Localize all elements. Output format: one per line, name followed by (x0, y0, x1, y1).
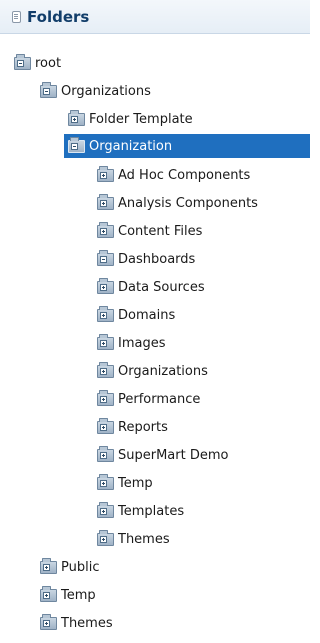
tree-node-label: Organizations (61, 83, 151, 99)
folder-open-icon[interactable] (68, 136, 85, 153)
tree-node-performance[interactable]: Performance (97, 387, 310, 411)
tree-node-label: Folder Template (89, 111, 193, 127)
folder-closed-icon[interactable] (97, 193, 114, 210)
tree-node-label: Temp (61, 587, 96, 603)
tree-node-temp-sub[interactable]: Temp (97, 471, 310, 495)
folder-closed-icon[interactable] (97, 417, 114, 434)
folder-closed-icon[interactable] (97, 389, 114, 406)
folder-closed-icon[interactable] (68, 109, 85, 126)
tree-node-supermart-demo[interactable]: SuperMart Demo (97, 443, 310, 467)
tree-node-ad-hoc-components[interactable]: Ad Hoc Components (97, 163, 310, 187)
folder-closed-icon[interactable] (97, 333, 114, 350)
folder-open-icon[interactable] (14, 53, 31, 70)
tree-node-reports[interactable]: Reports (97, 415, 310, 439)
panel-title: Folders (27, 7, 90, 26)
tree-node-label: Public (61, 559, 100, 575)
tree-node-label: root (35, 55, 62, 71)
tree-node-templates[interactable]: Templates (97, 499, 310, 523)
folder-closed-icon[interactable] (97, 305, 114, 322)
tree-node-organization[interactable]: Organization (64, 134, 310, 158)
tree-node-public[interactable]: Public (40, 555, 310, 579)
folder-open-icon[interactable] (97, 249, 114, 266)
tree-node-label: Dashboards (118, 251, 196, 267)
folder-closed-icon[interactable] (97, 501, 114, 518)
tree-node-root[interactable]: root (14, 51, 310, 75)
tree-node-label: Temp (118, 475, 153, 491)
folder-closed-icon[interactable] (40, 613, 57, 630)
tree-node-label: Data Sources (118, 279, 205, 295)
tree-node-label: Domains (118, 307, 176, 323)
tree-node-label: Themes (61, 615, 113, 631)
tree-node-domains[interactable]: Domains (97, 303, 310, 327)
tree-node-images[interactable]: Images (97, 331, 310, 355)
tree-node-label: Content Files (118, 223, 203, 239)
tree-node-temp[interactable]: Temp (40, 583, 310, 607)
folder-closed-icon[interactable] (97, 361, 114, 378)
tree-node-folder-template[interactable]: Folder Template (68, 107, 310, 131)
tree-node-label: Organizations (118, 363, 208, 379)
folder-open-icon[interactable] (40, 81, 57, 98)
panel-icon (12, 10, 21, 23)
tree-node-dashboards[interactable]: Dashboards (97, 247, 310, 271)
folder-closed-icon[interactable] (40, 557, 57, 574)
folder-closed-icon[interactable] (97, 445, 114, 462)
tree-node-label: Performance (118, 391, 201, 407)
folder-closed-icon[interactable] (97, 277, 114, 294)
tree-node-label: Organization (89, 138, 173, 154)
folder-closed-icon[interactable] (97, 221, 114, 238)
tree-node-label: Reports (118, 419, 168, 435)
tree-node-label: Templates (118, 503, 185, 519)
folder-closed-icon[interactable] (97, 529, 114, 546)
tree-node-label: Ad Hoc Components (118, 167, 251, 183)
tree-node-label: SuperMart Demo (118, 447, 229, 463)
tree-node-data-sources[interactable]: Data Sources (97, 275, 310, 299)
folders-panel-header: Folders (0, 0, 310, 34)
tree-node-label: Analysis Components (118, 195, 258, 211)
tree-node-label: Themes (118, 531, 170, 547)
folder-closed-icon[interactable] (97, 165, 114, 182)
tree-node-analysis-components[interactable]: Analysis Components (97, 191, 310, 215)
tree-node-label: Images (118, 335, 166, 351)
tree-node-themes-sub[interactable]: Themes (97, 527, 310, 551)
folder-closed-icon[interactable] (97, 473, 114, 490)
tree-node-organizations-sub[interactable]: Organizations (97, 359, 310, 383)
tree-node-themes[interactable]: Themes (40, 611, 310, 635)
tree-node-organizations[interactable]: Organizations (40, 79, 310, 103)
folder-closed-icon[interactable] (40, 585, 57, 602)
tree-node-content-files[interactable]: Content Files (97, 219, 310, 243)
